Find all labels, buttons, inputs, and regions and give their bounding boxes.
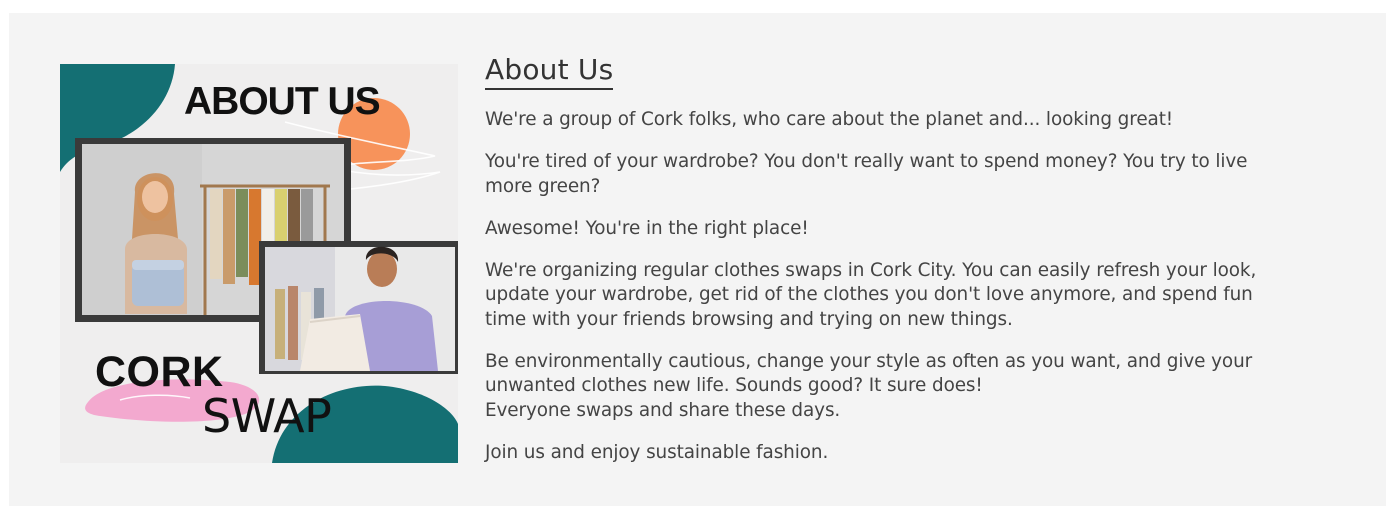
about-title: About Us [485, 52, 614, 90]
paragraph-line: We're organizing regular clothes swaps i… [485, 260, 1257, 282]
paragraph-line: Join us and enjoy sustainable fashion. [485, 441, 829, 463]
about-paragraph: Awesome! You're in the right place! [485, 217, 1345, 241]
about-paragraph: Join us and enjoy sustainable fashion. [485, 441, 1345, 465]
collage-brand-bottom: SWAP [202, 389, 331, 443]
collage-heading: ABOUT US [184, 80, 380, 123]
paragraph-line: unwanted clothes new life. Sounds good? … [485, 375, 983, 397]
paragraph-line: Everyone swaps and share these days. [485, 399, 841, 421]
paragraph-line: time with your friends browsing and tryi… [485, 308, 1013, 330]
about-paragraph: You're tired of your wardrobe? You don't… [485, 150, 1345, 199]
about-content: About Us We're a group of Cork folks, wh… [485, 52, 1345, 465]
paragraph-line: We're a group of Cork folks, who care ab… [485, 109, 1174, 130]
about-paragraph: We're organizing regular clothes swaps i… [485, 259, 1345, 332]
paragraph-line: update your wardrobe, get rid of the clo… [485, 284, 1253, 306]
paragraph-line: Awesome! You're in the right place! [485, 217, 809, 239]
paragraph-line: more green? [485, 175, 601, 197]
about-paragraph: Be environmentally cautious, change your… [485, 350, 1345, 423]
about-paragraph: We're a group of Cork folks, who care ab… [485, 108, 1345, 132]
about-collage-image: ABOUT US CORK SWAP [60, 64, 458, 463]
paragraph-line: Be environmentally cautious, change your… [485, 351, 1253, 373]
paragraph-line: You're tired of your wardrobe? You don't… [485, 151, 1248, 173]
